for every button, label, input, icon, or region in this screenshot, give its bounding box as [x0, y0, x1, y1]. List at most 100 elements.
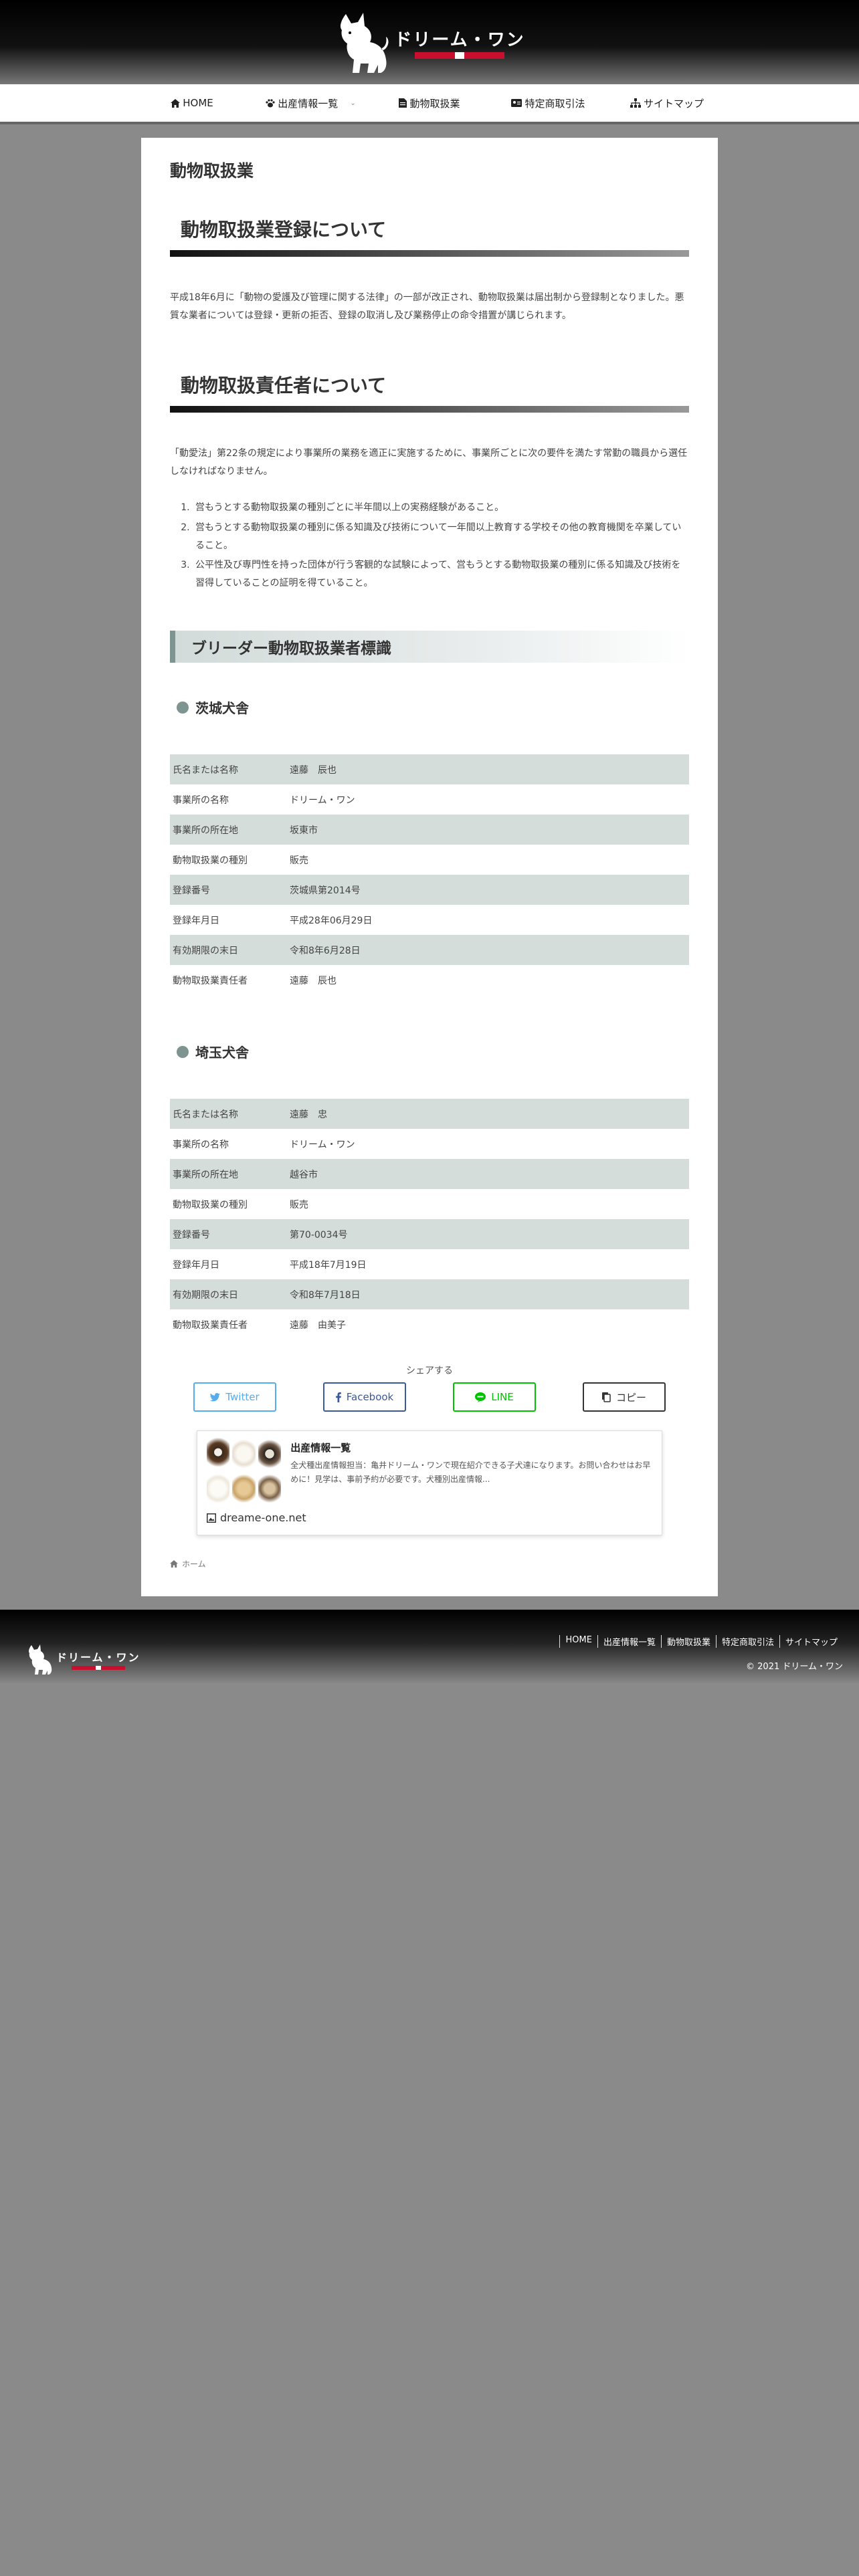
button-label: コピー	[615, 1391, 646, 1404]
list-item: 営もうとする動物取扱業の種別に係る知識及び技術について一年間以上教育する学校その…	[193, 519, 689, 554]
row-value: 販売	[290, 855, 308, 866]
row-value: 坂東市	[287, 815, 689, 845]
document-icon	[399, 98, 407, 108]
nav-item-home[interactable]: HOME	[142, 97, 242, 109]
blog-card[interactable]: 出産情報一覧 全犬種出産情報担当：亀井ドリーム・ワンで現在紹介できる子犬達になり…	[197, 1430, 662, 1536]
logo-text: ドリーム・ワン	[394, 29, 525, 50]
row-value: ドリーム・ワン	[290, 794, 355, 806]
logo-bar	[414, 51, 504, 59]
row-value: 遠藤 忠	[287, 1099, 689, 1130]
card-thumbnail	[207, 1438, 282, 1505]
breadcrumb-home-link[interactable]: ホーム	[182, 1558, 206, 1570]
circle-bullet-icon	[177, 1045, 189, 1058]
share-label: シェアする	[406, 1366, 453, 1377]
puppy-image	[232, 1438, 256, 1471]
kennel-name: 埼玉犬舎	[195, 1045, 249, 1061]
row-value: 遠藤 辰也	[287, 754, 689, 785]
home-icon	[171, 98, 181, 108]
footer-link-home[interactable]: HOME	[559, 1635, 597, 1648]
puppy-image	[232, 1473, 256, 1505]
home-icon	[170, 1560, 178, 1568]
table-row: 動物取扱業の種別 販売	[170, 845, 689, 875]
row-label: 氏名または名称	[170, 1099, 287, 1130]
paw-icon	[266, 99, 275, 108]
main-content: 動物取扱業 動物取扱業登録について 平成18年6月に「動物の愛護及び管理に関する…	[141, 138, 718, 1597]
nav-item-animal-handling[interactable]: 動物取扱業	[379, 96, 480, 110]
table-row: 氏名または名称 遠藤 忠	[170, 1099, 689, 1130]
row-label: 登録年月日	[173, 1259, 219, 1271]
table-row: 氏名または名称 遠藤 辰也	[170, 754, 689, 785]
footer-link-birth-info[interactable]: 出産情報一覧	[597, 1635, 661, 1648]
facebook-share-button[interactable]: Facebook	[323, 1382, 406, 1412]
table-row: 事業所の所在地 越谷市	[170, 1159, 689, 1190]
table-row: 有効期限の末日 令和8年7月18日	[170, 1279, 689, 1310]
requirements-list: 営もうとする動物取扱業の種別ごとに半年間以上の実務経験があること。 営もうとする…	[193, 499, 689, 592]
nav-label: 特定商取引法	[524, 97, 585, 110]
kennel-heading-saitama: 埼玉犬舎	[177, 1042, 689, 1061]
saitama-info-table: 氏名または名称 遠藤 忠 事業所の名称 ドリーム・ワン 事業所の所在地 越谷市 動物取…	[170, 1099, 689, 1339]
site-domain: dreame-one.net	[220, 1511, 306, 1525]
line-share-button[interactable]: LINE	[453, 1382, 536, 1412]
row-label: 登録番号	[170, 875, 287, 905]
row-label: 有効期限の末日	[170, 935, 287, 966]
row-value: 遠藤 由美子	[290, 1319, 346, 1331]
chevron-down-icon[interactable]: ⌄	[350, 100, 355, 107]
sitemap-icon	[630, 98, 641, 108]
nav-label: 出産情報一覧	[278, 97, 339, 110]
table-row: 動物取扱業の種別 販売	[170, 1189, 689, 1219]
card-icon	[511, 99, 522, 107]
footer-link-commerce-law[interactable]: 特定商取引法	[715, 1635, 779, 1648]
row-label: 動物取扱業の種別	[173, 1199, 248, 1210]
copy-button[interactable]: コピー	[583, 1382, 666, 1412]
button-label: Twitter	[225, 1391, 260, 1404]
global-nav: HOME 出産情報一覧 ⌄ 動物取扱業 特定商取引法 サイトマップ	[0, 84, 859, 124]
footer-nav: HOME 出産情報一覧 動物取扱業 特定商取引法 サイトマップ	[559, 1635, 843, 1648]
line-icon	[475, 1392, 486, 1402]
row-value: 茨城県第2014号	[287, 875, 689, 905]
row-label: 事業所の所在地	[170, 815, 287, 845]
image-icon	[207, 1513, 216, 1523]
row-label: 事業所の所在地	[170, 1159, 287, 1190]
row-value: 令和8年7月18日	[287, 1279, 689, 1310]
responsible-text: 「動愛法」第22条の規定により事業所の業務を適正に実施するために、事業所ごとに次…	[170, 448, 688, 477]
row-value: 販売	[290, 1199, 308, 1210]
site-logo[interactable]: ドリーム・ワン	[334, 10, 524, 74]
row-value: 第70-0034号	[287, 1219, 689, 1250]
table-row: 有効期限の末日 令和8年6月28日	[170, 935, 689, 966]
section-heading-responsible: 動物取扱責任者について	[170, 371, 689, 413]
list-item: 公平性及び専門性を持った団体が行う客観的な試験によって、営もうとする動物取扱業の…	[193, 556, 689, 592]
shiba-dog-icon	[341, 13, 389, 73]
row-label: 有効期限の末日	[170, 1279, 287, 1310]
table-row: 事業所の名称 ドリーム・ワン	[170, 784, 689, 815]
puppy-image	[207, 1473, 230, 1505]
breadcrumb: ホーム	[170, 1558, 689, 1570]
site-footer: ドリーム・ワン HOME 出産情報一覧 動物取扱業 特定商取引法 サイトマップ …	[0, 1610, 859, 1684]
nav-item-sitemap[interactable]: サイトマップ	[617, 96, 717, 110]
row-label: 事業所の名称	[173, 794, 229, 806]
footer-link-sitemap[interactable]: サイトマップ	[779, 1635, 843, 1648]
row-value: ドリーム・ワン	[290, 1139, 355, 1150]
row-label: 事業所の名称	[173, 1139, 229, 1150]
facebook-icon	[335, 1392, 341, 1402]
row-label: 動物取扱業の種別	[173, 855, 248, 866]
table-row: 登録番号 第70-0034号	[170, 1219, 689, 1250]
nav-item-birth-info[interactable]: 出産情報一覧 ⌄	[261, 96, 361, 110]
button-label: LINE	[491, 1391, 514, 1404]
footer-logo[interactable]: ドリーム・ワン	[25, 1643, 140, 1675]
twitter-share-button[interactable]: Twitter	[193, 1382, 276, 1412]
footer-link-animal-handling[interactable]: 動物取扱業	[660, 1635, 716, 1648]
row-label: 登録年月日	[173, 915, 219, 926]
kennel-name: 茨城犬舎	[195, 700, 249, 717]
site-header: ドリーム・ワン	[0, 0, 859, 84]
twitter-icon	[210, 1392, 221, 1402]
table-row: 動物取扱業責任者 遠藤 辰也	[170, 965, 689, 995]
nav-item-commerce-law[interactable]: 特定商取引法	[498, 96, 599, 110]
copyright: © 2021 ドリーム・ワン	[746, 1662, 843, 1673]
table-row: 登録年月日 平成18年7月19日	[170, 1249, 689, 1279]
table-row: 事業所の所在地 坂東市	[170, 815, 689, 845]
ibaraki-info-table: 氏名または名称 遠藤 辰也 事業所の名称 ドリーム・ワン 事業所の所在地 坂東市 動物…	[170, 754, 689, 995]
logo-text: ドリーム・ワン	[56, 1651, 140, 1665]
nav-label: 動物取扱業	[409, 97, 460, 110]
card-site: dreame-one.net	[207, 1511, 652, 1524]
table-row: 事業所の名称 ドリーム・ワン	[170, 1129, 689, 1159]
